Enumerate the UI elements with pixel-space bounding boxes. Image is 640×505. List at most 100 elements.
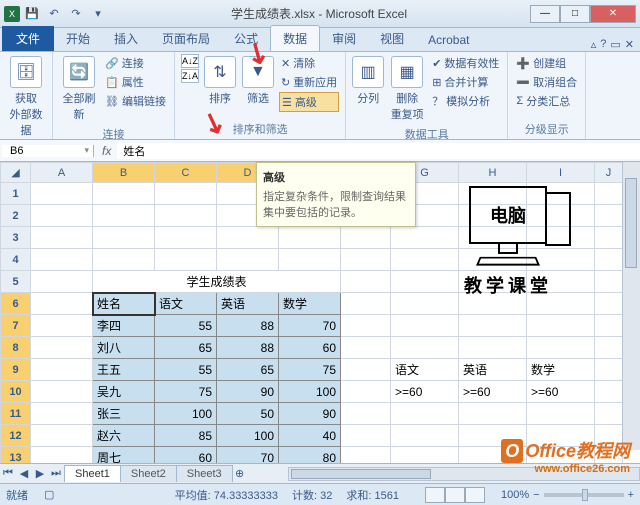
col-header[interactable]: A: [31, 163, 93, 183]
sheet-nav-last-icon[interactable]: ⏭: [48, 467, 64, 480]
sheet-nav-first-icon[interactable]: ⏮: [0, 467, 16, 480]
col-header[interactable]: B: [93, 163, 155, 183]
row-header[interactable]: 9: [1, 359, 31, 381]
cell[interactable]: 张三: [93, 403, 155, 425]
sheet-tab[interactable]: Sheet1: [64, 465, 121, 482]
normal-view-button[interactable]: [425, 487, 445, 503]
cell[interactable]: 75: [279, 359, 341, 381]
name-box[interactable]: B6: [2, 145, 94, 157]
new-sheet-icon[interactable]: ⊕: [232, 467, 248, 480]
vertical-scrollbar[interactable]: [622, 162, 640, 450]
row-header[interactable]: 5: [1, 271, 31, 293]
row-header[interactable]: 7: [1, 315, 31, 337]
group-button[interactable]: ➕创建组: [514, 54, 579, 72]
refresh-all-button[interactable]: 🔄 全部刷新: [59, 54, 99, 124]
cell[interactable]: >=60: [527, 381, 595, 403]
page-layout-view-button[interactable]: [445, 487, 465, 503]
cell[interactable]: 100: [217, 425, 279, 447]
sheet-nav-next-icon[interactable]: ▶: [32, 467, 48, 480]
cell[interactable]: 吴九: [93, 381, 155, 403]
minimize-button[interactable]: —: [530, 5, 560, 23]
sheet-tab[interactable]: Sheet2: [120, 465, 177, 482]
save-icon[interactable]: 💾: [22, 4, 42, 24]
sheet-tab[interactable]: Sheet3: [176, 465, 233, 482]
row-header[interactable]: 8: [1, 337, 31, 359]
col-header[interactable]: H: [459, 163, 527, 183]
cell[interactable]: 语文: [155, 293, 217, 315]
tab-formula[interactable]: 公式: [222, 26, 270, 51]
cell[interactable]: >=60: [459, 381, 527, 403]
row-header[interactable]: 10: [1, 381, 31, 403]
close-workbook-icon[interactable]: ✕: [625, 38, 634, 51]
cell[interactable]: 90: [279, 403, 341, 425]
clear-filter-button[interactable]: ✕清除: [279, 54, 339, 72]
close-button[interactable]: ✕: [590, 5, 636, 23]
maximize-button[interactable]: □: [560, 5, 590, 23]
whatif-button[interactable]: ？模拟分析: [430, 92, 501, 110]
sort-button[interactable]: ⇅ 排序: [203, 54, 237, 108]
status-record-icon[interactable]: ▢: [44, 488, 54, 501]
tab-acrobat[interactable]: Acrobat: [416, 29, 481, 51]
col-header[interactable]: C: [155, 163, 217, 183]
sheet-nav-prev-icon[interactable]: ◀: [16, 467, 32, 480]
zoom-in-icon[interactable]: +: [628, 489, 634, 501]
cell[interactable]: 姓名: [93, 293, 155, 315]
tab-file[interactable]: 文件: [2, 26, 54, 51]
cell[interactable]: 90: [217, 381, 279, 403]
redo-icon[interactable]: ↷: [66, 4, 86, 24]
cell[interactable]: 40: [279, 425, 341, 447]
cell[interactable]: 70: [279, 315, 341, 337]
cell[interactable]: 刘八: [93, 337, 155, 359]
connections-button[interactable]: 🔗连接: [103, 54, 168, 72]
cell[interactable]: 75: [155, 381, 217, 403]
col-header[interactable]: J: [595, 163, 623, 183]
tab-layout[interactable]: 页面布局: [150, 26, 222, 51]
cell[interactable]: >=60: [391, 381, 459, 403]
minimize-ribbon-icon[interactable]: ▵: [591, 38, 597, 51]
tab-review[interactable]: 审阅: [320, 26, 368, 51]
row-header[interactable]: 11: [1, 403, 31, 425]
tab-data[interactable]: 数据: [270, 25, 320, 51]
cell[interactable]: 数学: [279, 293, 341, 315]
remove-duplicates-button[interactable]: ▦ 删除 重复项: [388, 54, 426, 124]
row-header[interactable]: 2: [1, 205, 31, 227]
col-header[interactable]: I: [527, 163, 595, 183]
cell[interactable]: 55: [155, 359, 217, 381]
row-header[interactable]: 1: [1, 183, 31, 205]
ungroup-button[interactable]: ➖取消组合: [514, 73, 579, 91]
fx-icon[interactable]: fx: [96, 144, 117, 158]
zoom-slider[interactable]: [544, 493, 624, 497]
restore-window-icon[interactable]: ▭: [610, 38, 620, 51]
filter-button[interactable]: ▼ 筛选: [241, 54, 275, 108]
sort-asc-button[interactable]: A↓Z: [181, 54, 199, 68]
properties-button[interactable]: 📋属性: [103, 73, 168, 91]
select-all-button[interactable]: ◢: [1, 163, 31, 183]
cell[interactable]: 英语: [459, 359, 527, 381]
cell[interactable]: 100: [279, 381, 341, 403]
text-to-columns-button[interactable]: ▥ 分列: [352, 54, 384, 108]
row-header[interactable]: 3: [1, 227, 31, 249]
scroll-thumb[interactable]: [625, 178, 637, 268]
formula-input[interactable]: 姓名: [117, 143, 640, 159]
row-header[interactable]: 4: [1, 249, 31, 271]
tab-home[interactable]: 开始: [54, 26, 102, 51]
sort-desc-button[interactable]: Z↓A: [181, 69, 199, 83]
row-header[interactable]: 6: [1, 293, 31, 315]
cell[interactable]: 88: [217, 337, 279, 359]
cell[interactable]: 50: [217, 403, 279, 425]
cell[interactable]: 88: [217, 315, 279, 337]
cell[interactable]: 100: [155, 403, 217, 425]
help-icon[interactable]: ?: [600, 38, 606, 51]
subtotal-button[interactable]: Σ分类汇总: [514, 92, 579, 110]
undo-icon[interactable]: ↶: [44, 4, 64, 24]
zoom-out-icon[interactable]: −: [533, 489, 539, 501]
qat-dropdown-icon[interactable]: ▾: [88, 4, 108, 24]
row-header[interactable]: 12: [1, 425, 31, 447]
cell[interactable]: 数学: [527, 359, 595, 381]
cell[interactable]: 赵六: [93, 425, 155, 447]
cell[interactable]: 65: [217, 359, 279, 381]
zoom-control[interactable]: 100% − +: [501, 489, 634, 501]
cell[interactable]: 60: [279, 337, 341, 359]
cell[interactable]: 李四: [93, 315, 155, 337]
cell[interactable]: 英语: [217, 293, 279, 315]
